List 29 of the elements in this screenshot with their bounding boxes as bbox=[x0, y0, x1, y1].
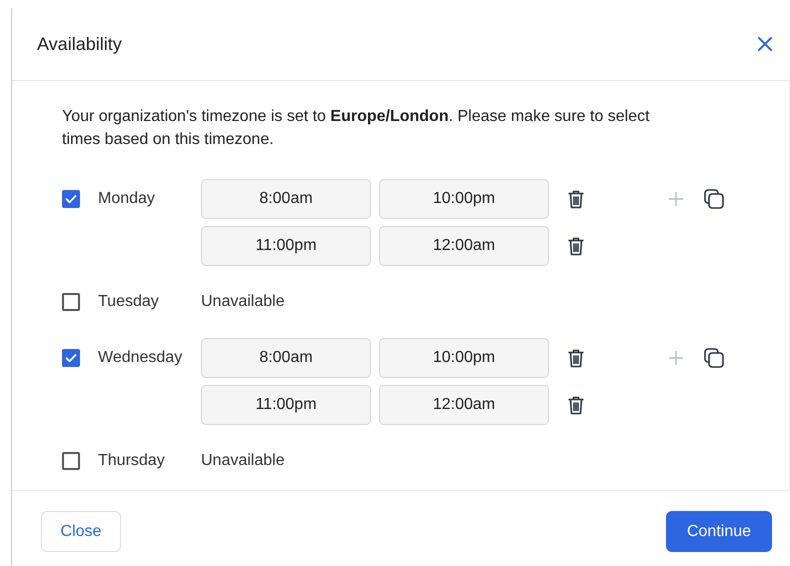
start-time-field[interactable]: 8:00am bbox=[201, 179, 371, 219]
day-checkbox[interactable] bbox=[62, 293, 80, 311]
copy-icon[interactable] bbox=[704, 348, 724, 368]
trash-icon[interactable] bbox=[567, 348, 585, 368]
start-time-field[interactable]: 8:00am bbox=[201, 338, 371, 378]
close-button[interactable]: Close bbox=[41, 511, 121, 552]
trash-icon[interactable] bbox=[567, 189, 585, 209]
timezone-notice: Your organization's timezone is set to Europe/London. Please make sure to select times based on this timezone. bbox=[62, 107, 651, 150]
end-time-field[interactable]: 12:00am bbox=[379, 385, 549, 425]
trash-icon[interactable] bbox=[567, 395, 585, 415]
end-time-field[interactable]: 10:00pm bbox=[379, 179, 549, 219]
day-label: Tuesday bbox=[98, 293, 159, 311]
start-time-field[interactable]: 11:00pm bbox=[201, 226, 371, 266]
end-time-field[interactable]: 12:00am bbox=[379, 226, 549, 266]
continue-button[interactable]: Continue bbox=[666, 511, 772, 552]
trash-icon[interactable] bbox=[567, 236, 585, 256]
day-checkbox[interactable] bbox=[62, 452, 80, 470]
day-label: Thursday bbox=[98, 452, 165, 470]
close-icon[interactable] bbox=[757, 36, 773, 52]
day-label: Wednesday bbox=[98, 349, 182, 367]
unavailable-label: Unavailable bbox=[201, 452, 285, 470]
day-checkbox[interactable] bbox=[62, 349, 80, 367]
end-time-field[interactable]: 10:00pm bbox=[379, 338, 549, 378]
copy-icon[interactable] bbox=[704, 189, 724, 209]
day-checkbox[interactable] bbox=[62, 190, 80, 208]
day-label: Monday bbox=[98, 190, 155, 208]
dialog-title: Availability bbox=[37, 34, 122, 54]
start-time-field[interactable]: 11:00pm bbox=[201, 385, 371, 425]
unavailable-label: Unavailable bbox=[201, 293, 285, 311]
